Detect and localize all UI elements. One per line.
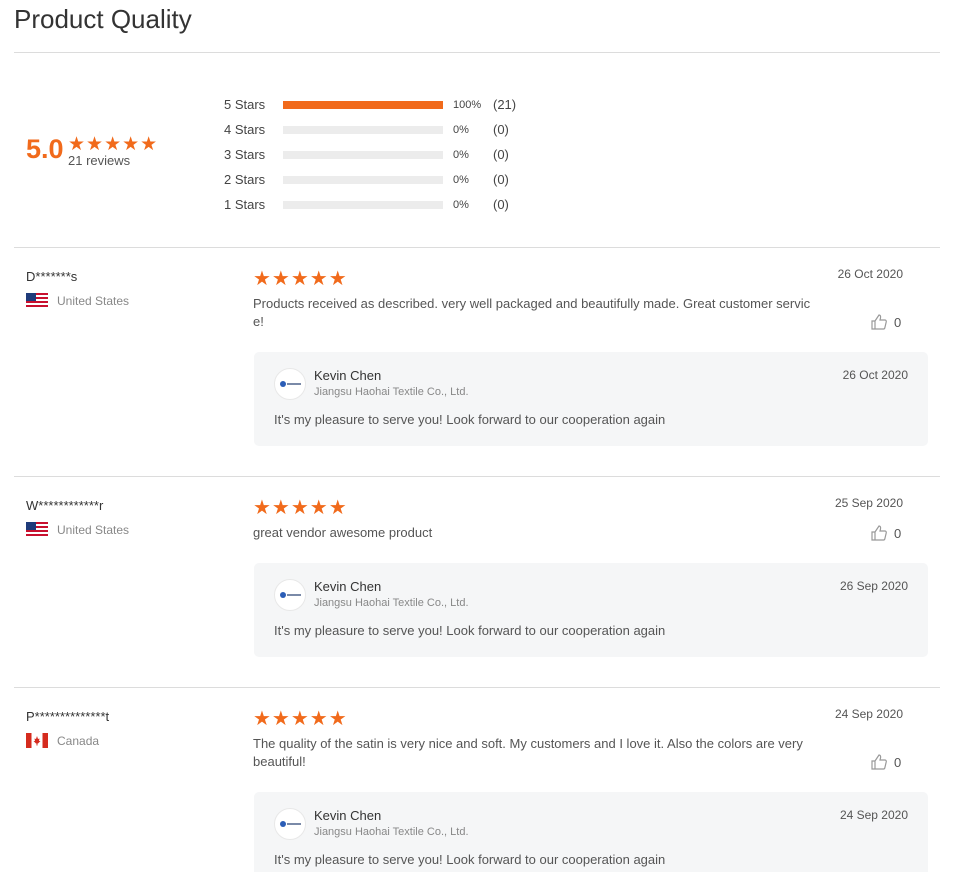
reply-text: It's my pleasure to serve you! Look forw… <box>274 852 666 867</box>
reply-author: Kevin Chen <box>314 808 382 823</box>
divider <box>14 687 940 688</box>
reply-company: Jiangsu Haohai Textile Co., Ltd. <box>314 826 469 838</box>
reply-text: It's my pleasure to serve you! Look forw… <box>274 412 666 427</box>
like-count: 0 <box>894 525 902 541</box>
reply-author: Kevin Chen <box>314 579 382 594</box>
like-count: 0 <box>894 754 902 770</box>
review-text: great vendor awesome product <box>253 525 433 540</box>
like-count: 0 <box>894 314 902 330</box>
reply-date: 26 Sep 2020 <box>839 579 908 593</box>
company-logo-icon <box>274 808 306 840</box>
thumbs-up-icon <box>871 754 887 770</box>
distribution-row-4[interactable]: 4 Stars 0% (0) <box>224 117 516 142</box>
country-name: Canada <box>57 733 100 748</box>
reply-date: 24 Sep 2020 <box>839 808 908 822</box>
distribution-row-5[interactable]: 5 Stars 100% (21) <box>224 92 516 117</box>
us-flag-icon <box>26 293 48 308</box>
divider <box>14 247 940 248</box>
distribution-bar <box>283 175 443 184</box>
reply-company: Jiangsu Haohai Textile Co., Ltd. <box>314 386 469 398</box>
reply-company: Jiangsu Haohai Textile Co., Ltd. <box>314 597 469 609</box>
distribution-label: 4 Stars <box>224 122 266 137</box>
like-button[interactable]: 0 <box>870 753 901 771</box>
review-date: 24 Sep 2020 <box>834 707 903 721</box>
distribution-count: (0) <box>493 147 509 162</box>
reviewer-country: United States <box>26 293 129 308</box>
distribution-row-2[interactable]: 2 Stars 0% (0) <box>224 167 516 192</box>
distribution-count: (0) <box>493 197 509 212</box>
reply-text: It's my pleasure to serve you! Look forw… <box>274 623 666 638</box>
distribution-percent: 0% <box>453 198 469 211</box>
distribution-row-1[interactable]: 1 Stars 0% (0) <box>224 192 516 217</box>
distribution-percent: 100% <box>453 98 482 111</box>
country-name: United States <box>57 293 130 308</box>
distribution-bar-fill <box>283 100 443 109</box>
review-text: The quality of the satin is very nice an… <box>253 736 803 769</box>
rating-distribution: 5 Stars 100% (21) 4 Stars 0% (0) 3 Stars… <box>224 92 516 217</box>
distribution-bar <box>283 150 443 159</box>
review-count: 21 reviews <box>68 153 131 168</box>
seller-reply: Kevin Chen Jiangsu Haohai Textile Co., L… <box>254 792 928 872</box>
review-stars: ★★★★★ <box>253 268 348 290</box>
company-logo-icon <box>274 579 306 611</box>
reviewer-name: W************r <box>26 498 104 513</box>
thumbs-up-icon <box>871 525 887 541</box>
divider <box>14 52 940 53</box>
distribution-bar <box>283 100 443 109</box>
us-flag-icon <box>26 522 48 537</box>
review-stars: ★★★★★ <box>253 708 348 730</box>
distribution-bar <box>283 200 443 209</box>
reply-date: 26 Oct 2020 <box>842 368 908 382</box>
distribution-count: (21) <box>493 97 517 112</box>
like-button[interactable]: 0 <box>870 524 901 542</box>
reply-author: Kevin Chen <box>314 368 382 383</box>
average-score: 5.0 <box>26 134 64 164</box>
distribution-bar <box>283 125 443 134</box>
review-date: 26 Oct 2020 <box>837 267 903 281</box>
distribution-row-3[interactable]: 3 Stars 0% (0) <box>224 142 516 167</box>
reviewer-name: P**************t <box>26 709 110 724</box>
country-name: United States <box>57 522 130 537</box>
distribution-percent: 0% <box>453 123 469 136</box>
review-date: 25 Sep 2020 <box>834 496 903 510</box>
distribution-percent: 0% <box>453 173 469 186</box>
like-button[interactable]: 0 <box>870 313 901 331</box>
seller-reply: Kevin Chen Jiangsu Haohai Textile Co., L… <box>254 563 928 657</box>
company-logo-icon <box>274 368 306 400</box>
review-text: Products received as described. very wel… <box>253 296 811 329</box>
distribution-label: 2 Stars <box>224 172 266 187</box>
distribution-label: 1 Stars <box>224 197 266 212</box>
distribution-count: (0) <box>493 122 509 137</box>
thumbs-up-icon <box>871 314 887 330</box>
distribution-percent: 0% <box>453 148 469 161</box>
distribution-count: (0) <box>493 172 509 187</box>
seller-reply: Kevin Chen Jiangsu Haohai Textile Co., L… <box>254 352 928 446</box>
review-stars: ★★★★★ <box>253 497 348 519</box>
distribution-label: 3 Stars <box>224 147 266 162</box>
distribution-label: 5 Stars <box>224 97 266 112</box>
canada-flag-icon <box>26 733 48 748</box>
divider <box>14 476 940 477</box>
page-title: Product Quality <box>14 4 192 34</box>
reviewer-name: D*******s <box>26 269 78 284</box>
reviewer-country: United States <box>26 522 129 537</box>
reviewer-country: Canada <box>26 733 99 748</box>
